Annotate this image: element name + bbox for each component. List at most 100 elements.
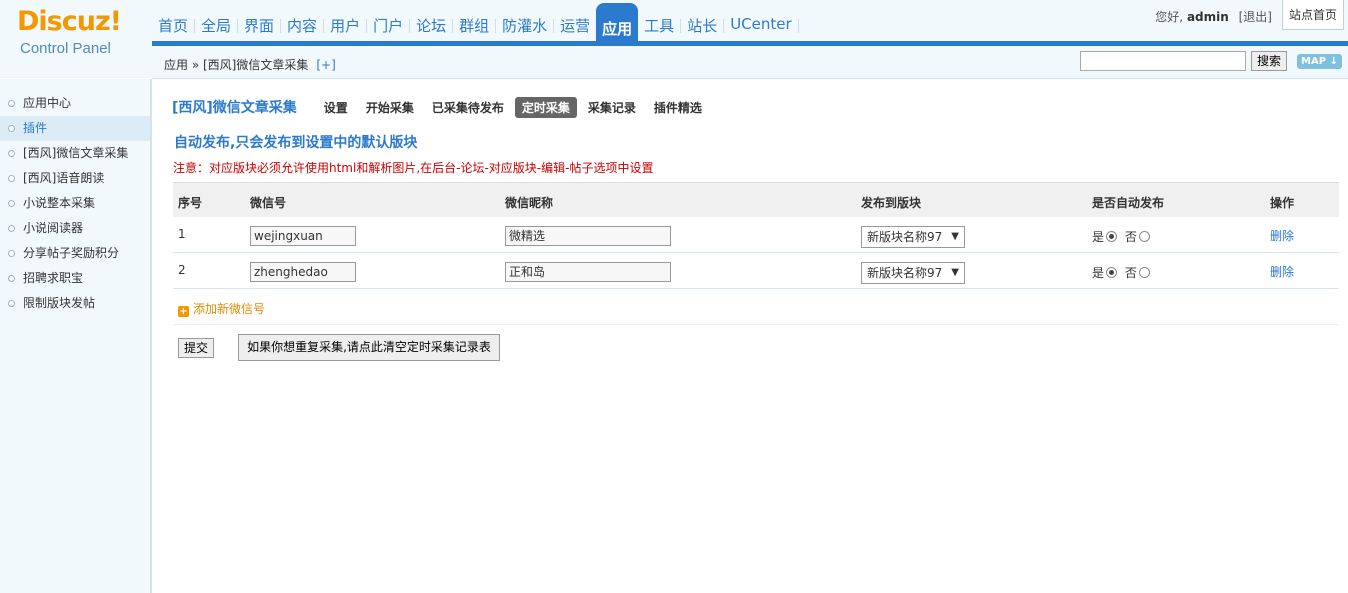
- wechat-id-input[interactable]: wejingxuan: [250, 226, 356, 246]
- add-wechat-link[interactable]: + 添加新微信号: [178, 300, 265, 317]
- wechat-id-input[interactable]: zhenghedao: [250, 262, 356, 282]
- logo[interactable]: Discuz! Control Panel: [0, 0, 152, 78]
- nav-antispam[interactable]: 防灌水: [496, 0, 553, 46]
- nav-forum[interactable]: 论坛: [410, 0, 452, 46]
- map-button[interactable]: MAP ↓: [1297, 54, 1342, 69]
- bullet-icon: [8, 200, 15, 207]
- col-forum: 发布到版块: [861, 196, 922, 210]
- add-shortcut-link[interactable]: [+]: [316, 58, 335, 72]
- search-button[interactable]: 搜索: [1251, 51, 1287, 71]
- tab-start-collect[interactable]: 开始采集: [359, 97, 421, 118]
- nickname-input[interactable]: 正和岛: [505, 262, 671, 282]
- nav-divider: [797, 19, 799, 33]
- nav-group[interactable]: 群组: [453, 0, 495, 46]
- logo-subtitle: Control Panel: [20, 40, 111, 57]
- plugin-title: [西风]微信文章采集: [172, 100, 297, 116]
- plugin-tabs: [西风]微信文章采集 设置 开始采集 已采集待发布 定时采集 采集记录 插件精选: [172, 96, 713, 118]
- nav-webmaster[interactable]: 站长: [681, 0, 723, 46]
- top-navigation: 首页 全局 界面 内容 用户 门户 论坛 群组 防灌水 运营 应用 工具 站长 …: [152, 0, 799, 46]
- bullet-icon: [8, 150, 15, 157]
- sidebar-item-share-reward[interactable]: 分享帖子奖励积分: [0, 241, 150, 266]
- bullet-icon: [8, 175, 15, 182]
- breadcrumb: 应用 » [西风]微信文章采集 [+]: [164, 56, 336, 73]
- tab-settings[interactable]: 设置: [317, 97, 355, 118]
- submit-button[interactable]: 提交: [178, 338, 214, 358]
- nickname-input[interactable]: 微精选: [505, 226, 671, 246]
- bullet-icon: [8, 275, 15, 282]
- no-label: 否: [1124, 230, 1137, 244]
- nav-ucenter[interactable]: UCenter: [724, 0, 797, 46]
- sidebar-item-voice-read[interactable]: [西风]语音朗读: [0, 166, 150, 191]
- auto-publish-radios: 是 否: [1092, 264, 1154, 281]
- no-radio[interactable]: [1138, 231, 1150, 242]
- map-label: MAP: [1301, 56, 1327, 67]
- yes-radio[interactable]: [1106, 231, 1118, 242]
- bullet-icon: [8, 125, 15, 132]
- forum-select[interactable]: 新版块名称97 ▼: [861, 262, 965, 284]
- breadcrumb-bar: 应用 » [西风]微信文章采集 [+] 搜索 MAP ↓: [152, 46, 1348, 79]
- tab-featured-plugins[interactable]: 插件精选: [647, 97, 709, 118]
- delete-link[interactable]: 删除: [1270, 227, 1294, 244]
- forum-select-value: 新版块名称97: [867, 266, 943, 280]
- tab-scheduled-collect[interactable]: 定时采集: [514, 96, 577, 118]
- sidebar-item-jobs[interactable]: 招聘求职宝: [0, 266, 150, 291]
- nav-content[interactable]: 内容: [281, 0, 323, 46]
- sidebar-item-app-center[interactable]: 应用中心: [0, 91, 150, 116]
- username: admin: [1186, 10, 1229, 24]
- nav-operation[interactable]: 运营: [554, 0, 596, 46]
- nav-style[interactable]: 界面: [238, 0, 280, 46]
- col-auto-publish: 是否自动发布: [1092, 196, 1165, 210]
- row-index: 1: [178, 227, 186, 241]
- bullet-icon: [8, 250, 15, 257]
- sidebar-item-wechat-collect[interactable]: [西风]微信文章采集: [0, 141, 150, 166]
- delete-link[interactable]: 删除: [1270, 263, 1294, 280]
- dropdown-arrow-icon: ▼: [951, 231, 959, 242]
- bullet-icon: [8, 300, 15, 307]
- forum-select-value: 新版块名称97: [867, 230, 943, 244]
- table-row: 2 zhenghedao 正和岛 新版块名称97 ▼ 是 否 删除: [173, 253, 1339, 289]
- sidebar: 应用中心 插件 [西风]微信文章采集 [西风]语音朗读 小说整本采集 小说阅读器…: [0, 79, 152, 593]
- user-area: 您好, admin [退出]: [1155, 8, 1272, 25]
- yes-label: 是: [1092, 230, 1105, 244]
- sidebar-item-novel-reader[interactable]: 小说阅读器: [0, 216, 150, 241]
- col-wechat-id: 微信号: [250, 196, 287, 210]
- wechat-table: 序号 微信号 微信昵称 发布到版块 是否自动发布 操作 1 wejingxuan…: [173, 182, 1339, 289]
- logout-link[interactable]: [退出]: [1239, 10, 1272, 24]
- tab-pending-publish[interactable]: 已采集待发布: [425, 97, 511, 118]
- no-label: 否: [1124, 266, 1137, 280]
- tab-collect-log[interactable]: 采集记录: [581, 97, 643, 118]
- section-title: 自动发布,只会发布到设置中的默认版块: [174, 135, 418, 151]
- table-row: 1 wejingxuan 微精选 新版块名称97 ▼ 是 否 删除: [173, 217, 1339, 253]
- auto-publish-radios: 是 否: [1092, 228, 1154, 245]
- nav-tools[interactable]: 工具: [638, 0, 680, 46]
- forum-select[interactable]: 新版块名称97 ▼: [861, 226, 965, 248]
- col-index: 序号: [178, 196, 203, 210]
- bullet-icon: [8, 100, 15, 107]
- col-nickname: 微信昵称: [505, 196, 554, 210]
- no-radio[interactable]: [1138, 267, 1150, 278]
- arrow-down-icon: ↓: [1329, 56, 1338, 67]
- add-row: + 添加新微信号: [173, 289, 1339, 325]
- logo-brand: Discuz!: [17, 6, 122, 37]
- yes-label: 是: [1092, 266, 1105, 280]
- col-action: 操作: [1270, 196, 1295, 210]
- nav-global[interactable]: 全局: [195, 0, 237, 46]
- notice-text: 注意：对应版块必须允许使用html和解析图片,在后台-论坛-对应版块-编辑-帖子…: [173, 161, 654, 175]
- row-index: 2: [178, 263, 186, 277]
- nav-portal[interactable]: 门户: [367, 0, 409, 46]
- yes-radio[interactable]: [1106, 267, 1118, 278]
- table-header: 序号 微信号 微信昵称 发布到版块 是否自动发布 操作: [173, 182, 1339, 217]
- greeting: 您好,: [1155, 10, 1184, 24]
- nav-home[interactable]: 首页: [152, 0, 194, 46]
- site-home-button[interactable]: 站点首页: [1282, 0, 1344, 30]
- breadcrumb-path[interactable]: 应用 » [西风]微信文章采集: [164, 58, 308, 72]
- nav-apps[interactable]: 应用: [596, 3, 639, 43]
- plus-icon: +: [178, 306, 189, 317]
- sidebar-item-plugins[interactable]: 插件: [0, 116, 150, 141]
- search-input[interactable]: [1080, 51, 1246, 71]
- sidebar-item-restrict-post[interactable]: 限制版块发帖: [0, 291, 150, 316]
- nav-user[interactable]: 用户: [324, 0, 366, 46]
- clear-records-button[interactable]: 如果你想重复采集,请点此清空定时采集记录表: [238, 334, 500, 361]
- add-wechat-label: 添加新微信号: [193, 302, 266, 316]
- sidebar-item-novel-collect[interactable]: 小说整本采集: [0, 191, 150, 216]
